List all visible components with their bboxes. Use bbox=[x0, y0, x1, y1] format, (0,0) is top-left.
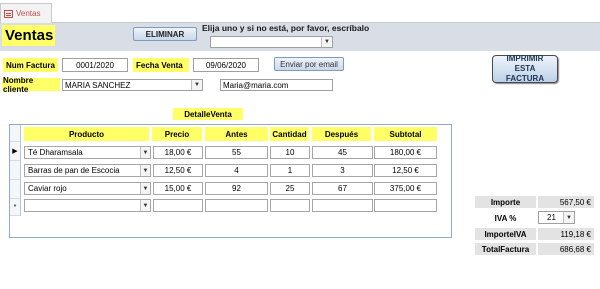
fecha-venta-label: Fecha Venta bbox=[133, 58, 189, 72]
grid-corner-selector[interactable] bbox=[10, 125, 21, 142]
search-combo[interactable]: ▼ bbox=[210, 36, 333, 48]
tab-ventas-label: Ventas bbox=[16, 9, 41, 18]
producto-cell[interactable]: ▼ bbox=[24, 199, 151, 212]
document-tab-strip: Ventas bbox=[0, 0, 600, 23]
cantidad-cell[interactable]: 25 bbox=[270, 182, 310, 195]
importe-iva-value: 119,18 € bbox=[538, 228, 594, 240]
column-header-antes: Antes bbox=[205, 127, 268, 141]
antes-cell[interactable]: 55 bbox=[205, 146, 268, 159]
search-hint-label: Elija uno y si no está, por favor, escrí… bbox=[202, 23, 370, 33]
column-header-cantidad: Cantidad bbox=[270, 127, 309, 141]
chevron-down-icon[interactable]: ▼ bbox=[140, 165, 150, 176]
cliente-combo[interactable]: MARIA SANCHEZ ▼ bbox=[62, 79, 203, 91]
subtotal-cell[interactable]: 375,00 € bbox=[374, 182, 437, 195]
despues-cell[interactable]: 67 bbox=[312, 182, 373, 195]
print-invoice-button[interactable]: IMPRIMIR ESTA FACTURA bbox=[492, 54, 558, 83]
iva-combo[interactable]: 21 ▼ bbox=[538, 211, 575, 224]
new-record-selector[interactable]: * bbox=[10, 199, 21, 216]
cantidad-cell[interactable]: 10 bbox=[270, 146, 310, 159]
num-factura-field[interactable]: 0001/2020 bbox=[62, 58, 128, 72]
chevron-down-icon[interactable]: ▼ bbox=[140, 200, 150, 211]
total-factura-value: 686,68 € bbox=[538, 243, 594, 255]
producto-cell[interactable]: Caviar rojo ▼ bbox=[24, 182, 151, 195]
importe-label: Importe bbox=[475, 196, 536, 208]
form-icon bbox=[4, 9, 13, 18]
column-header-despues: Después bbox=[312, 127, 371, 141]
subtotal-cell[interactable]: 12,50 € bbox=[374, 164, 437, 177]
total-factura-label: TotalFactura bbox=[475, 243, 536, 255]
cantidad-cell[interactable]: 1 bbox=[270, 164, 310, 177]
row-selector[interactable] bbox=[10, 180, 21, 199]
row-selector[interactable] bbox=[10, 161, 21, 180]
chevron-down-icon[interactable]: ▼ bbox=[191, 80, 202, 90]
precio-cell[interactable]: 12,50 € bbox=[153, 164, 203, 177]
producto-cell[interactable]: Té Dharamsala ▼ bbox=[24, 146, 151, 159]
despues-cell[interactable]: 3 bbox=[312, 164, 373, 177]
precio-cell[interactable] bbox=[153, 199, 203, 212]
antes-cell[interactable] bbox=[205, 199, 268, 212]
row-selector[interactable]: ▶ bbox=[10, 142, 21, 161]
importe-iva-label: ImporteIVA bbox=[475, 228, 536, 240]
producto-value: Barras de pan de Escocia bbox=[28, 166, 120, 175]
producto-cell[interactable]: Barras de pan de Escocia ▼ bbox=[24, 164, 151, 177]
column-header-precio: Precio bbox=[152, 127, 202, 141]
cliente-label: Nombre cliente bbox=[2, 76, 60, 94]
email-field[interactable]: Maria@maria.com bbox=[220, 79, 333, 91]
chevron-down-icon[interactable]: ▼ bbox=[321, 37, 332, 47]
chevron-down-icon[interactable]: ▼ bbox=[563, 212, 574, 223]
importe-value: 567,50 € bbox=[538, 196, 594, 208]
precio-cell[interactable]: 18,00 € bbox=[153, 146, 203, 159]
producto-value: Té Dharamsala bbox=[28, 148, 83, 157]
eliminar-button[interactable]: ELIMINAR bbox=[133, 27, 197, 41]
chevron-down-icon[interactable]: ▼ bbox=[140, 147, 150, 158]
num-factura-label: Num Factura bbox=[3, 58, 58, 72]
subtotal-cell[interactable]: 180,00 € bbox=[374, 146, 437, 159]
cantidad-cell[interactable] bbox=[270, 199, 310, 212]
chevron-down-icon[interactable]: ▼ bbox=[140, 183, 150, 194]
column-header-subtotal: Subtotal bbox=[374, 127, 437, 141]
iva-combo-value: 21 bbox=[547, 213, 556, 222]
antes-cell[interactable]: 92 bbox=[205, 182, 268, 195]
tab-ventas[interactable]: Ventas bbox=[0, 3, 52, 23]
detalle-venta-subform: Producto Precio Antes Cantidad Después S… bbox=[9, 124, 452, 238]
cliente-combo-value: MARIA SANCHEZ bbox=[65, 80, 131, 90]
despues-cell[interactable] bbox=[312, 199, 373, 212]
column-header-producto: Producto bbox=[24, 127, 149, 141]
subtotal-cell[interactable] bbox=[374, 199, 437, 212]
form-title: Ventas bbox=[2, 25, 55, 46]
despues-cell[interactable]: 45 bbox=[312, 146, 373, 159]
fecha-venta-field[interactable]: 09/06/2020 bbox=[193, 58, 259, 72]
precio-cell[interactable]: 15,00 € bbox=[153, 182, 203, 195]
antes-cell[interactable]: 4 bbox=[205, 164, 268, 177]
detalle-venta-title: DetalleVenta bbox=[173, 108, 243, 120]
producto-value: Caviar rojo bbox=[28, 184, 67, 193]
send-email-button[interactable]: Enviar por email bbox=[274, 57, 344, 71]
iva-label: IVA % bbox=[494, 213, 517, 223]
